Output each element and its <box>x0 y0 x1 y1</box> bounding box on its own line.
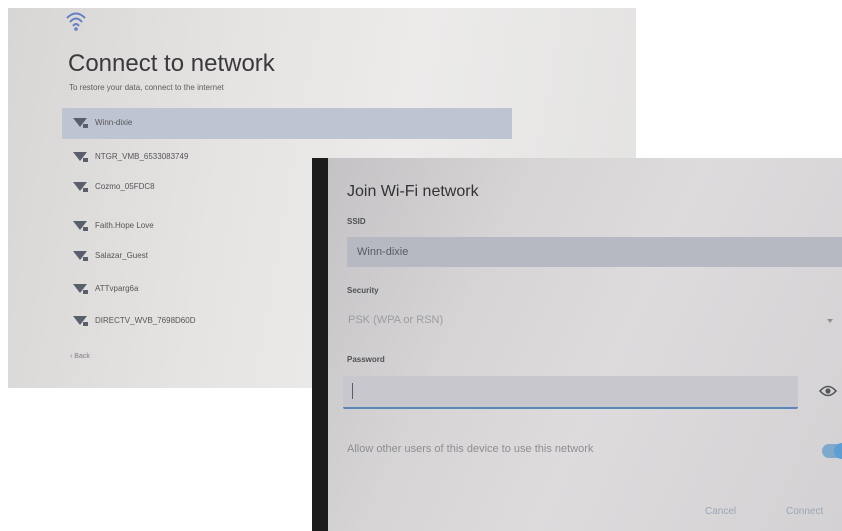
wifi-lock-icon <box>73 221 88 231</box>
network-item-winn-dixie[interactable]: Winn-dixie <box>62 108 512 139</box>
caret-down-icon <box>827 319 833 323</box>
allow-other-users-toggle[interactable] <box>822 443 842 459</box>
network-name: Cozmo_05FDC8 <box>95 182 155 191</box>
join-wifi-dialog: Join Wi-Fi network SSID Winn-dixie Secur… <box>328 158 842 531</box>
dialog-title: Join Wi-Fi network <box>347 183 479 200</box>
page-subtitle: To restore your data, connect to the int… <box>69 83 224 92</box>
page-title: Connect to network <box>68 50 275 77</box>
wifi-lock-icon <box>73 118 88 128</box>
network-name: ATTvparg6a <box>95 284 139 293</box>
join-wifi-dialog-photo: Join Wi-Fi network SSID Winn-dixie Secur… <box>312 158 842 531</box>
security-value: PSK (WPA or RSN) <box>348 314 444 326</box>
network-name: Winn-dixie <box>95 118 133 127</box>
eye-icon[interactable] <box>819 384 837 398</box>
connect-button[interactable]: Connect <box>786 506 823 517</box>
ssid-field[interactable]: Winn-dixie <box>347 237 842 267</box>
back-button[interactable]: ‹ Back <box>70 353 90 360</box>
network-name: Salazar_Guest <box>95 251 148 260</box>
password-input[interactable] <box>343 376 798 409</box>
wifi-lock-icon <box>73 152 88 162</box>
network-name: DIRECTV_WVB_7698D60D <box>95 316 196 325</box>
chevron-left-icon: ‹ <box>70 353 73 360</box>
wifi-lock-icon <box>73 251 88 261</box>
ssid-label: SSID <box>347 217 366 226</box>
screenshot: Connect to network To restore your data,… <box>0 0 842 531</box>
wifi-lock-icon <box>73 284 88 294</box>
text-cursor <box>352 383 353 399</box>
wifi-icon <box>66 12 86 31</box>
back-label: Back <box>74 353 90 360</box>
cancel-button[interactable]: Cancel <box>705 506 736 517</box>
network-name: Faith.Hope Love <box>95 221 154 230</box>
wifi-lock-icon <box>73 316 88 326</box>
allow-other-users-label: Allow other users of this device to use … <box>347 443 594 455</box>
ssid-value: Winn-dixie <box>357 246 409 258</box>
network-name: NTGR_VMB_6533083749 <box>95 152 189 161</box>
security-label: Security <box>347 286 379 295</box>
security-select[interactable]: PSK (WPA or RSN) <box>347 308 837 334</box>
toggle-knob <box>834 443 842 459</box>
password-label: Password <box>347 355 385 364</box>
wifi-lock-icon <box>73 182 88 192</box>
